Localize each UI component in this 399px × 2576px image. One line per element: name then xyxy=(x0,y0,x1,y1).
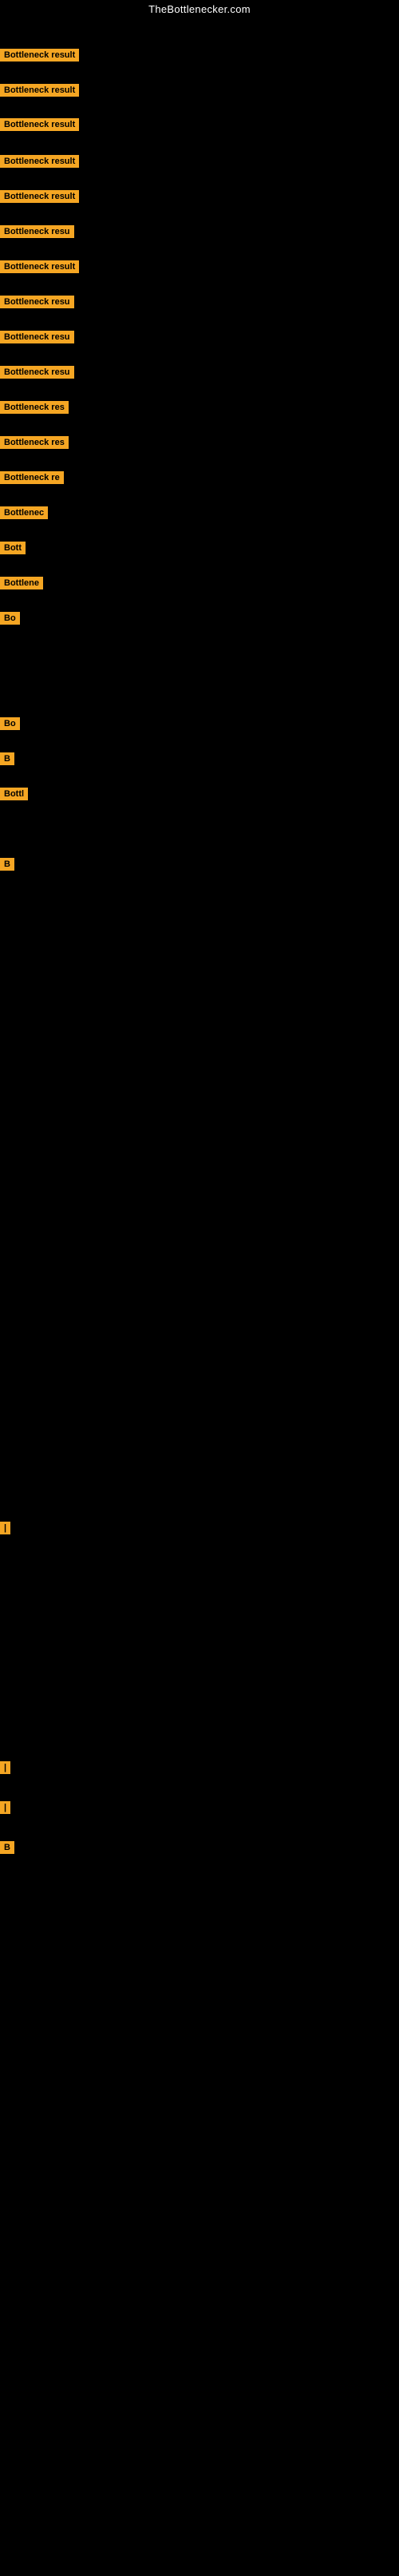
bottleneck-badge: | xyxy=(0,1522,10,1534)
bottleneck-badge: B xyxy=(0,858,14,871)
bottleneck-badge: Bottleneck resu xyxy=(0,366,74,379)
bottleneck-badge: | xyxy=(0,1761,10,1774)
bottleneck-badge: Bo xyxy=(0,717,20,730)
bottleneck-badge: Bottleneck result xyxy=(0,190,79,203)
bottleneck-badge: Bottleneck res xyxy=(0,401,69,414)
bottleneck-badge: Bottleneck res xyxy=(0,436,69,449)
bottleneck-badge: Bottleneck result xyxy=(0,118,79,131)
bottleneck-badge: Bottleneck result xyxy=(0,49,79,62)
bottleneck-badge: Bottleneck re xyxy=(0,471,64,484)
bottleneck-badge: Bottleneck resu xyxy=(0,331,74,343)
bottleneck-badge: Bottlenec xyxy=(0,506,48,519)
bottleneck-badge: Bottleneck resu xyxy=(0,296,74,308)
site-title: TheBottlenecker.com xyxy=(0,0,399,20)
bottleneck-badge: Bottleneck result xyxy=(0,155,79,168)
bottleneck-badge: Bott xyxy=(0,542,26,554)
bottleneck-badge: Bottlene xyxy=(0,577,43,589)
bottleneck-badge: Bottleneck result xyxy=(0,260,79,273)
bottleneck-badge: Bo xyxy=(0,612,20,625)
bottleneck-badge: Bottl xyxy=(0,788,28,800)
bottleneck-badge: B xyxy=(0,1841,14,1854)
bottleneck-badge: Bottleneck result xyxy=(0,84,79,97)
bottleneck-badge: B xyxy=(0,752,14,765)
bottleneck-badge: | xyxy=(0,1801,10,1814)
bottleneck-badge: Bottleneck resu xyxy=(0,225,74,238)
